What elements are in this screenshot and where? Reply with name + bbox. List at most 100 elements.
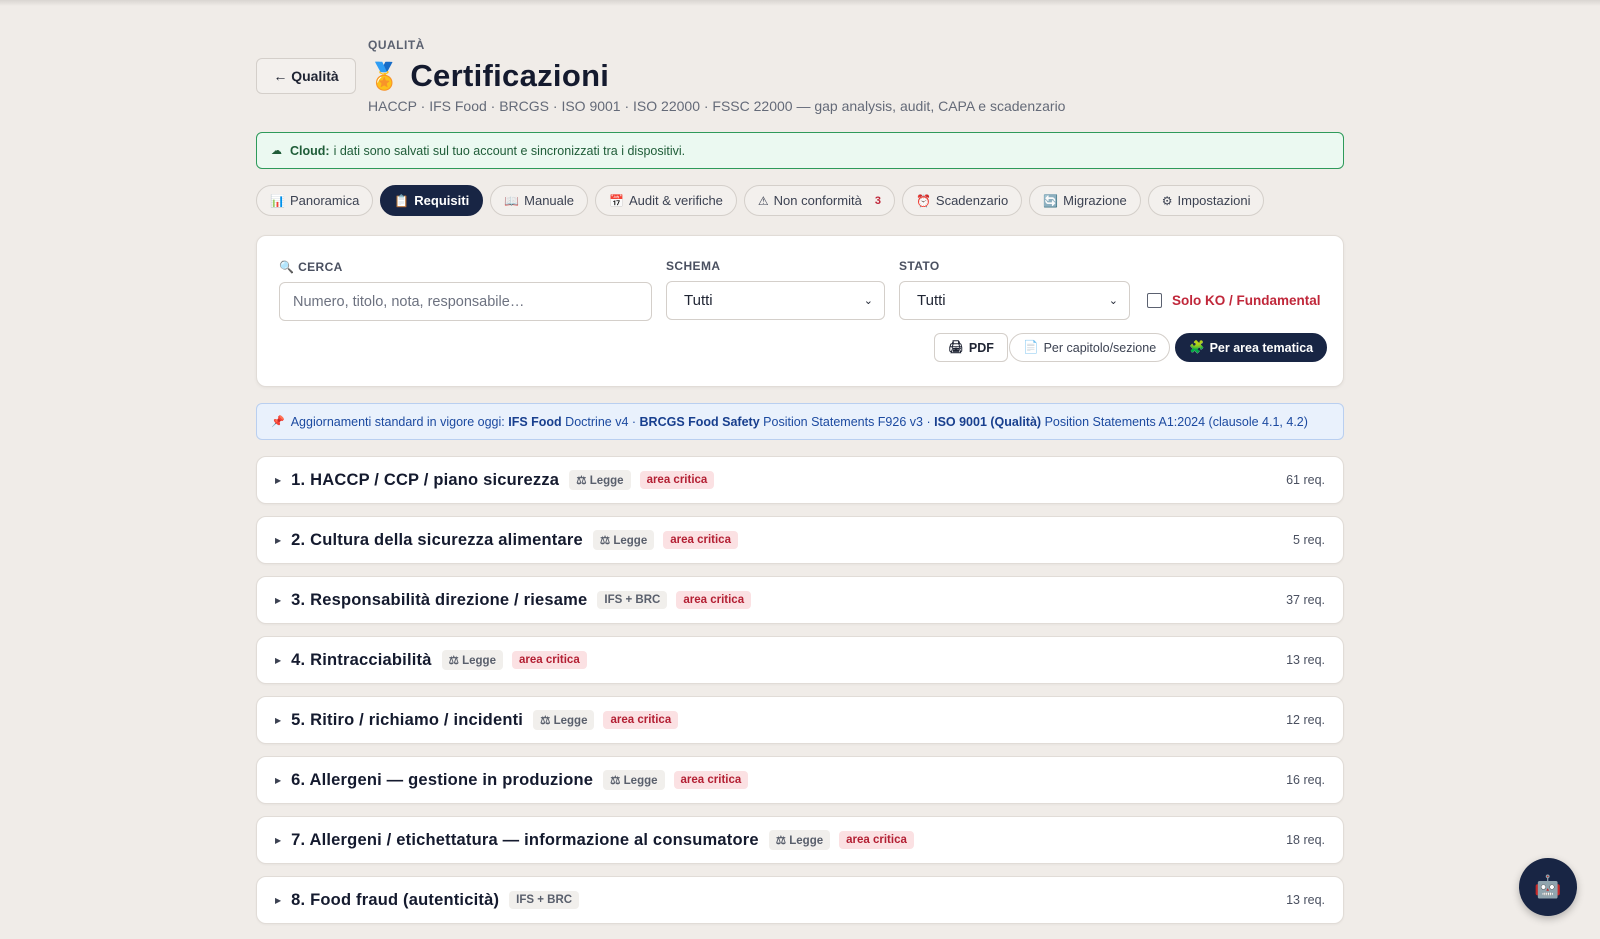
chapter-title: 4. Rintracciabilità (291, 650, 432, 669)
expand-caret-icon: ▶ (275, 475, 282, 485)
tab-non-conformita[interactable]: ⚠ Non conformità 3 (743, 185, 895, 216)
scheme-tag: ⚖ Legge (569, 470, 631, 490)
stato-value: Tutti (917, 292, 946, 309)
requirement-count: 13 req. (1286, 893, 1325, 907)
chapter-list: ▶ 1. HACCP / CCP / piano sicurezza ⚖ Leg… (256, 456, 1344, 936)
pdf-button[interactable]: 🖨 PDF (934, 333, 1008, 362)
notice-standard-iso: ISO 9001 (Qualità) (934, 414, 1042, 429)
tab-bar: 📊 Panoramica 📋 Requisiti 📖 Manuale 📅 Aud… (256, 185, 1265, 216)
schema-select[interactable]: Tutti ⌄ (666, 281, 885, 320)
chapter-row[interactable]: ▶ 6. Allergeni — gestione in produzione … (256, 756, 1344, 804)
standards-update-notice: 📌 Aggiornamenti standard in vigore oggi:… (256, 403, 1344, 440)
expand-caret-icon: ▶ (275, 655, 282, 665)
robot-icon: 🤖 (1534, 874, 1562, 899)
schema-label: SCHEMA (666, 259, 721, 273)
requirement-count: 61 req. (1286, 473, 1325, 487)
cloud-banner-title: Cloud: (290, 143, 330, 158)
tab-manuale[interactable]: 📖 Manuale (490, 185, 589, 216)
back-button[interactable]: ← Qualità (256, 58, 356, 94)
cloud-banner-text: i dati sono salvati sul tuo account e si… (333, 143, 686, 158)
group-by-chapter-button[interactable]: 📄 Per capitolo/sezione (1009, 333, 1171, 362)
scheme-tag: IFS + BRC (597, 591, 668, 609)
group-by-area-button[interactable]: 🧩 Per area tematica (1175, 333, 1328, 362)
page-header: ← Qualità QUALITÀ 🏅 Certificazioni HACCP… (256, 0, 1344, 130)
calendar-icon: 📅 (609, 193, 624, 208)
chapter-row[interactable]: ▶ 7. Allergeni / etichettatura — informa… (256, 816, 1344, 864)
page-container: ← Qualità QUALITÀ 🏅 Certificazioni HACCP… (256, 0, 1344, 924)
critical-area-badge: area critica (639, 471, 715, 489)
notice-iso-detail: Position Statements A1:2024 (clausole 4.… (1044, 414, 1308, 429)
critical-area-badge: area critica (663, 531, 738, 549)
tab-impostazioni[interactable]: ⚙ Impostazioni (1147, 185, 1265, 216)
warning-icon: ⚠ (757, 193, 769, 208)
chapter-row[interactable]: ▶ 4. Rintracciabilità ⚖ Legge area criti… (256, 636, 1344, 684)
chapter-row[interactable]: ▶ 5. Ritiro / richiamo / incidenti ⚖ Leg… (256, 696, 1344, 744)
stato-label: STATO (899, 259, 940, 273)
clipboard-icon: 📋 (394, 193, 410, 208)
tab-requisiti[interactable]: 📋 Requisiti (380, 185, 484, 216)
search-input[interactable] (279, 282, 652, 321)
chapter-title: 2. Cultura della sicurezza alimentare (291, 530, 583, 549)
notice-standard-ifs: IFS Food (508, 414, 562, 429)
tab-label: Non conformità (773, 193, 862, 208)
critical-area-badge: area critica (676, 591, 752, 609)
schema-value: Tutti (684, 292, 713, 309)
ko-checkbox[interactable] (1147, 293, 1162, 308)
requirement-count: 16 req. (1286, 773, 1325, 787)
chapter-row[interactable]: ▶ 2. Cultura della sicurezza alimentare … (256, 516, 1344, 564)
scheme-tag: ⚖ Legge (533, 710, 595, 730)
tab-panoramica[interactable]: 📊 Panoramica (256, 185, 374, 216)
page-title: Certificazioni (410, 58, 610, 93)
scheme-tag: IFS + BRC (509, 891, 580, 909)
expand-caret-icon: ▶ (275, 895, 282, 905)
assistant-chat-button[interactable]: 🤖 (1519, 858, 1577, 916)
chapter-row[interactable]: ▶ 8. Food fraud (autenticità) IFS + BRC … (256, 876, 1344, 924)
stato-select[interactable]: Tutti ⌄ (899, 281, 1130, 320)
tab-audit[interactable]: 📅 Audit & verifiche (595, 185, 737, 216)
notice-ifs-detail: Doctrine v4 · (565, 414, 637, 429)
requirement-count: 13 req. (1286, 653, 1325, 667)
scheme-tag: ⚖ Legge (603, 770, 665, 790)
gear-icon: ⚙ (1161, 193, 1173, 208)
document-icon: 📄 (1023, 340, 1039, 354)
notice-brcgs-detail: Position Statements F926 v3 · (763, 414, 931, 429)
expand-caret-icon: ▶ (275, 595, 282, 605)
notice-prefix: Aggiornamenti standard in vigore oggi: (290, 414, 505, 429)
expand-caret-icon: ▶ (275, 775, 282, 785)
tab-label: Migrazione (1063, 193, 1127, 208)
critical-area-badge: area critica (839, 831, 914, 849)
filter-panel: 🔍 CERCA SCHEMA Tutti ⌄ STATO Tutti ⌄ Sol… (256, 235, 1344, 387)
chapter-row[interactable]: ▶ 3. Responsabilità direzione / riesame … (256, 576, 1344, 624)
pin-icon: 📌 (271, 416, 285, 428)
chapter-title: 8. Food fraud (autenticità) (291, 890, 500, 909)
chapter-row[interactable]: ▶ 1. HACCP / CCP / piano sicurezza ⚖ Leg… (256, 456, 1344, 504)
critical-area-badge: area critica (603, 711, 679, 729)
tab-scadenzario[interactable]: ⏰ Scadenzario (901, 185, 1023, 216)
nc-count-badge: 3 (874, 194, 881, 207)
search-icon: 🔍 (279, 260, 295, 274)
alarm-clock-icon: ⏰ (915, 193, 931, 208)
tab-label: Panoramica (289, 193, 360, 208)
tab-migrazione[interactable]: 🔄 Migrazione (1029, 185, 1141, 216)
title-row: 🏅 Certificazioni (368, 58, 609, 94)
scheme-tag: ⚖ Legge (592, 530, 655, 550)
critical-area-badge: area critica (511, 651, 587, 669)
scheme-tag: ⚖ Legge (441, 650, 503, 670)
puzzle-icon: 🧩 (1189, 340, 1205, 354)
chevron-down-icon: ⌄ (1108, 295, 1118, 307)
tab-label: Manuale (524, 193, 575, 208)
notice-standard-brcgs: BRCGS Food Safety (639, 414, 760, 429)
expand-caret-icon: ▶ (275, 835, 282, 845)
critical-area-badge: area critica (673, 771, 749, 789)
breadcrumb: QUALITÀ (368, 38, 425, 52)
chapter-title: 1. HACCP / CCP / piano sicurezza (291, 470, 560, 489)
medal-icon: 🏅 (368, 61, 401, 91)
page-subtitle: HACCP · IFS Food · BRCGS · ISO 9001 · IS… (368, 98, 1066, 114)
requirement-count: 18 req. (1286, 833, 1325, 847)
tab-label: Requisiti (414, 193, 470, 208)
tab-label: Impostazioni (1177, 193, 1251, 208)
ko-checkbox-label: Solo KO / Fundamental (1172, 293, 1321, 308)
ko-filter-toggle[interactable]: Solo KO / Fundamental (1147, 293, 1321, 308)
expand-caret-icon: ▶ (275, 715, 282, 725)
scheme-tag: ⚖ Legge (768, 830, 831, 850)
